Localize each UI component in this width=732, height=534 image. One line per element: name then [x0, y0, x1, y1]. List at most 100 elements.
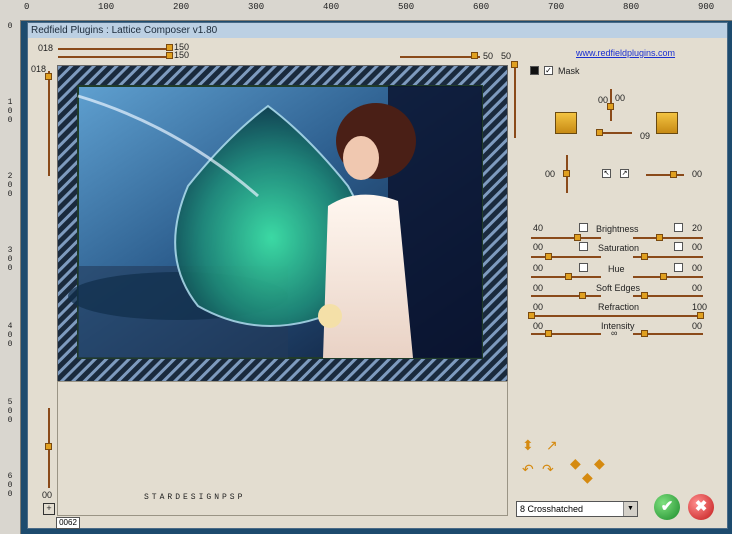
row-checkbox-right[interactable] — [674, 223, 683, 232]
mask-color-swatch[interactable] — [530, 66, 539, 75]
row-knob-right[interactable] — [697, 312, 704, 319]
row-slider-full[interactable] — [531, 315, 703, 317]
row-checkbox-right[interactable] — [674, 242, 683, 251]
ok-button[interactable]: ✔ — [654, 494, 680, 520]
right-vertical-slider[interactable] — [514, 63, 516, 138]
row-slider-left[interactable] — [531, 237, 601, 239]
height-slider[interactable] — [58, 56, 170, 58]
position-left-value: 00 — [545, 169, 556, 179]
cancel-button[interactable]: ✖ — [688, 494, 714, 520]
row-checkbox-left[interactable] — [579, 223, 588, 232]
dropdown-value: 8 Crosshatched — [520, 504, 584, 514]
value-left-top2: 018 — [31, 64, 47, 74]
row-knob-left[interactable] — [545, 330, 552, 337]
move-down-icon[interactable]: ◆ — [582, 469, 593, 486]
left-ruler: 0 1 0 0 2 0 0 3 0 0 4 0 0 5 0 0 6 0 0 — [0, 20, 21, 534]
ruler-label: 100 — [98, 2, 115, 12]
top-ruler: 0 100 200 300 400 500 600 700 800 900 — [0, 0, 732, 21]
row-checkbox-left[interactable] — [579, 242, 588, 251]
ruler-label: 600 — [473, 2, 490, 12]
row-label: Refraction — [598, 302, 640, 312]
row-knob-left[interactable] — [579, 292, 586, 299]
center-crosshair-icon[interactable]: + — [43, 503, 55, 515]
row-label: Soft Edges — [596, 283, 641, 293]
row-slider-left[interactable] — [531, 256, 601, 258]
flip-vertical-icon[interactable]: ⬍ — [522, 437, 534, 454]
row-knob-right[interactable] — [656, 234, 663, 241]
row-knob-right[interactable] — [641, 330, 648, 337]
row-right-value: 00 — [692, 242, 703, 252]
row-slider-left[interactable] — [531, 295, 601, 297]
row-label: Saturation — [598, 243, 640, 253]
chevron-down-icon[interactable]: ▼ — [623, 502, 637, 516]
row-knob-right[interactable] — [641, 292, 648, 299]
row-label: Brightness — [596, 224, 639, 234]
height-slider-knob[interactable] — [166, 52, 173, 59]
ruler-label: 800 — [623, 2, 640, 12]
position-vertical-knob[interactable] — [563, 170, 570, 177]
position-horizontal-knob[interactable] — [670, 171, 677, 178]
diagonal-arrow-icon[interactable]: ↗ — [546, 437, 558, 454]
width-slider[interactable] — [58, 48, 170, 50]
ruler-label: 400 — [323, 2, 340, 12]
ruler-label: 700 — [548, 2, 565, 12]
move-left-icon[interactable]: ◆ — [570, 455, 581, 472]
row-slider-right[interactable] — [633, 237, 703, 239]
row-slider-right[interactable] — [633, 276, 703, 278]
rotation-horizontal-knob[interactable] — [596, 129, 603, 136]
ruler-label: 0 — [7, 22, 13, 31]
watermark-text: STARDESIGNPSP — [144, 493, 246, 502]
pattern-dropdown[interactable]: 8 Crosshatched ▼ — [516, 501, 638, 517]
ruler-label: 200 — [173, 2, 190, 12]
link-icon[interactable]: ∞ — [611, 328, 617, 338]
row-knob-left[interactable] — [574, 234, 581, 241]
row-left-value: 40 — [533, 223, 544, 233]
row-right-value: 00 — [692, 263, 703, 273]
right-vertical-slider-knob[interactable] — [511, 61, 518, 68]
row-knob-right[interactable] — [660, 273, 667, 280]
row-slider-left[interactable] — [531, 333, 601, 335]
row-left-value: 00 — [533, 263, 544, 273]
row-knob-left[interactable] — [565, 273, 572, 280]
vertical-slider-bottom-knob[interactable] — [45, 443, 52, 450]
mask-checkbox[interactable]: ✓ — [544, 66, 553, 75]
row-right-value: 20 — [692, 223, 703, 233]
rotation-right-value: 09 — [640, 131, 651, 141]
plugin-window: Redfield Plugins : Lattice Composer v1.8… — [27, 22, 728, 529]
zoom-slider-knob[interactable] — [471, 52, 478, 59]
rotate-left-icon[interactable]: ↶ — [522, 461, 534, 478]
ruler-label: 5 0 0 — [7, 398, 13, 425]
website-link[interactable]: www.redfieldplugins.com — [576, 48, 675, 58]
vertical-slider-top[interactable] — [48, 71, 50, 176]
row-label: Intensity — [601, 321, 635, 331]
vertical-slider-top-knob[interactable] — [45, 73, 52, 80]
position-horizontal-slider[interactable] — [646, 174, 684, 176]
width-slider-knob[interactable] — [166, 44, 173, 51]
row-checkbox-left[interactable] — [579, 263, 588, 272]
move-up-left-icon[interactable]: ↖ — [602, 169, 611, 178]
row-knob-left[interactable] — [528, 312, 535, 319]
row-right-value: 00 — [692, 321, 703, 331]
ruler-label: 300 — [248, 2, 265, 12]
ruler-label: 3 0 0 — [7, 246, 13, 273]
row-right-value: 00 — [692, 283, 703, 293]
row-checkbox-right[interactable] — [674, 263, 683, 272]
row-right-value: 100 — [692, 302, 708, 312]
rotate-right-icon[interactable]: ↷ — [542, 461, 554, 478]
rotation-slider-knob[interactable] — [607, 103, 614, 110]
move-up-right-icon[interactable]: ↗ — [620, 169, 629, 178]
preview-artwork — [58, 66, 507, 382]
move-right-icon[interactable]: ◆ — [594, 455, 605, 472]
zoom-value: 50 — [483, 51, 494, 61]
row-left-value: 00 — [533, 283, 544, 293]
preview-empty-area — [57, 381, 508, 516]
ruler-label: 500 — [398, 2, 415, 12]
vertical-lines-button[interactable] — [656, 112, 678, 134]
row-knob-left[interactable] — [545, 253, 552, 260]
row-knob-right[interactable] — [641, 253, 648, 260]
zoom-slider[interactable] — [400, 56, 480, 58]
row-left-value: 00 — [533, 321, 544, 331]
vertical-slider-value: 00 — [42, 490, 53, 500]
preview-image — [57, 65, 508, 383]
horizontal-lines-button[interactable] — [555, 112, 577, 134]
